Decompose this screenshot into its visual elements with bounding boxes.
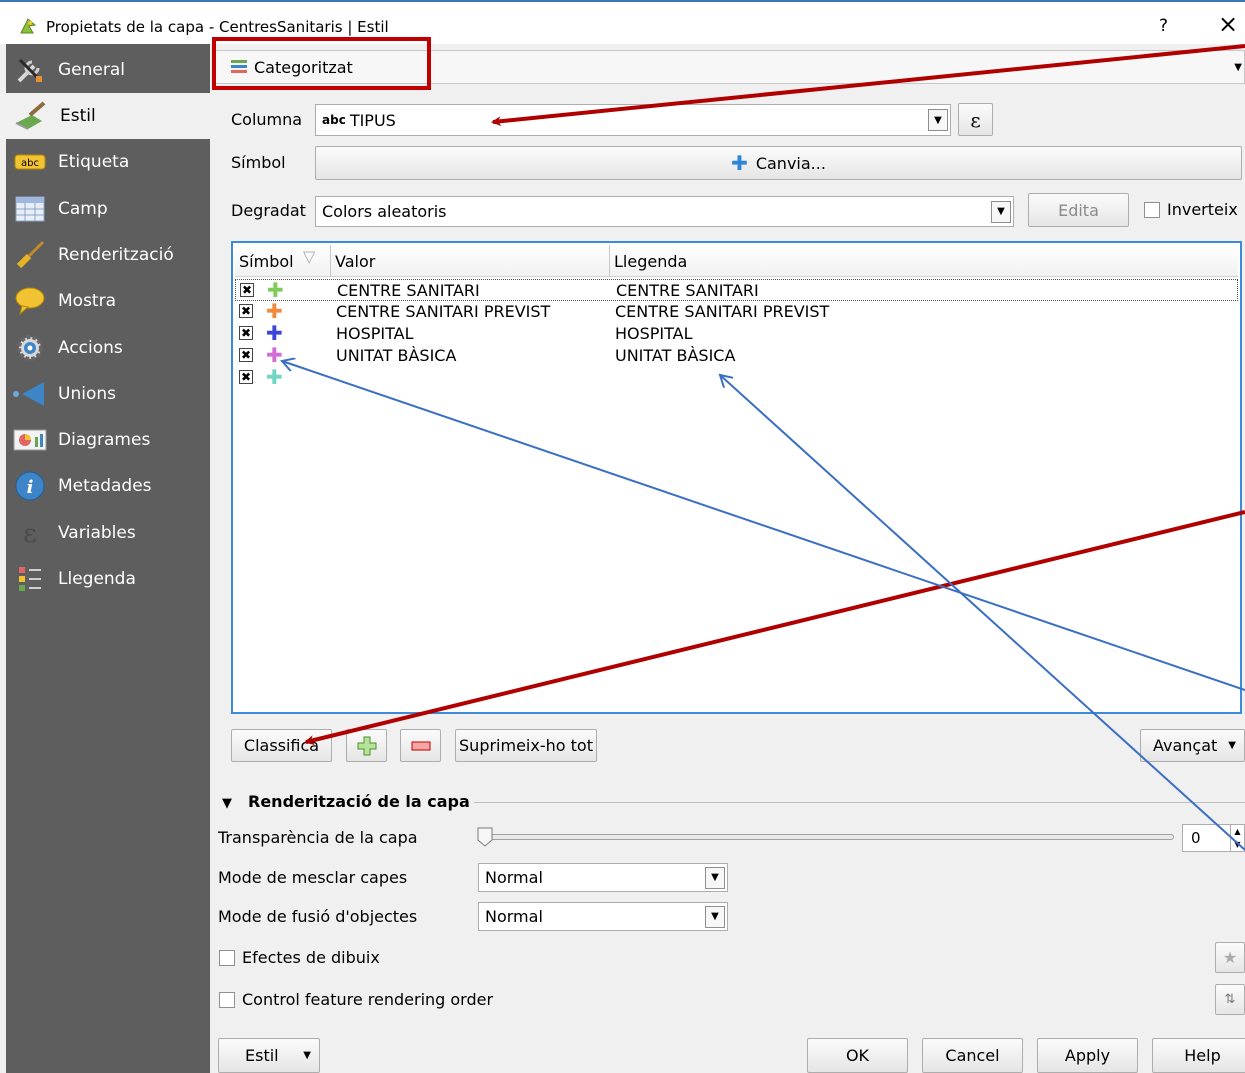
annotation-arrow-symbol xyxy=(282,361,1245,691)
annotation-arrow-classify xyxy=(304,510,1245,745)
annotation-arrow-column xyxy=(491,44,1245,127)
annotation-overlay xyxy=(0,44,1245,851)
annotation-arrow-legend xyxy=(720,375,1245,851)
